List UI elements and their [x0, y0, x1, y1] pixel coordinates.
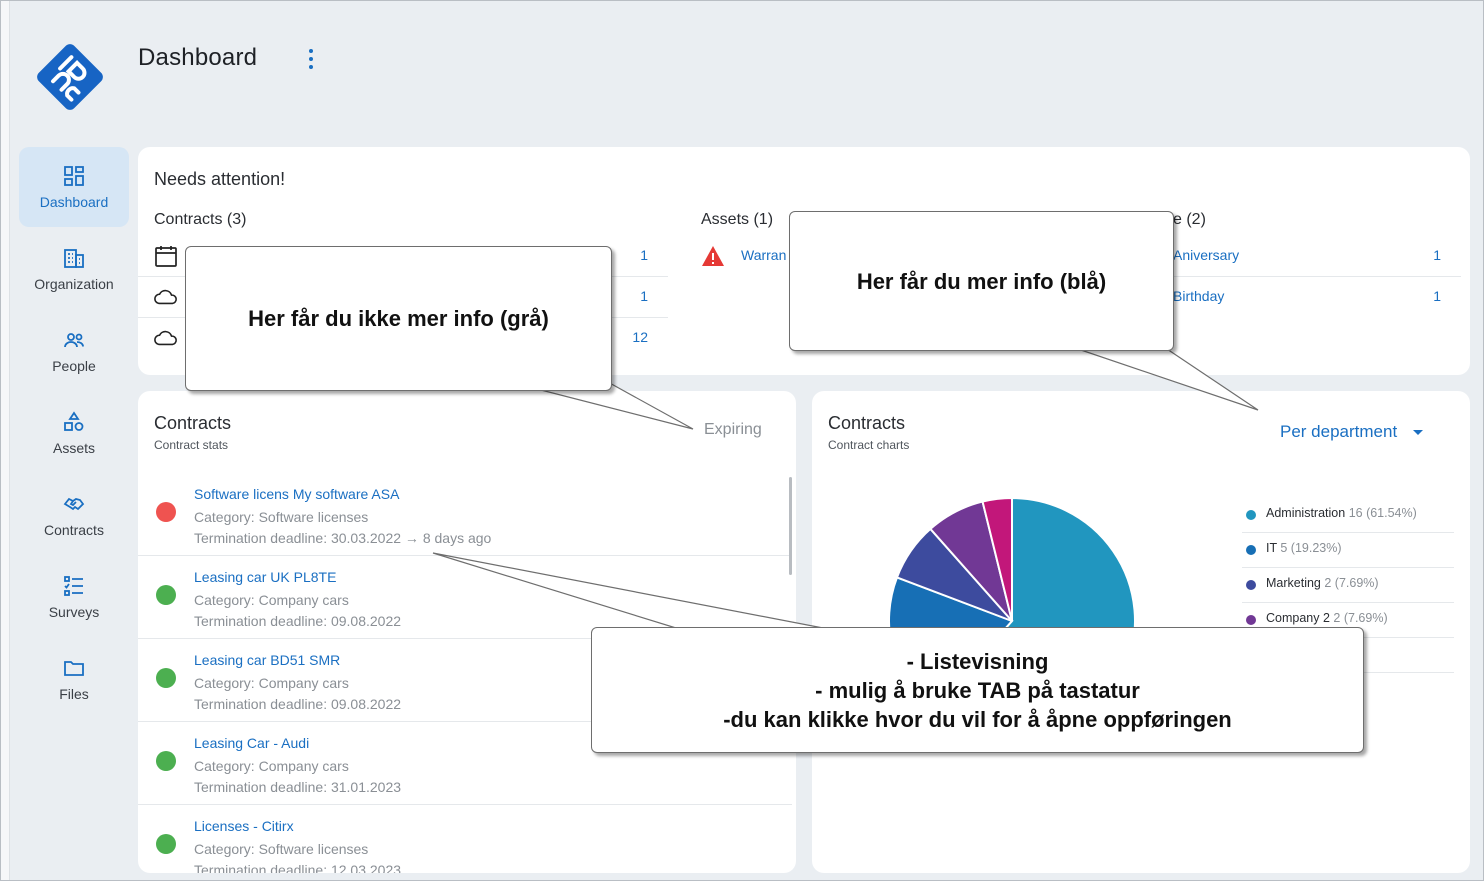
dashboard-icon: [64, 166, 84, 186]
legend-value: 16 (61.54%): [1348, 506, 1417, 520]
warning-icon: [702, 246, 724, 266]
attention-count: 1: [1433, 288, 1441, 304]
status-dot: [156, 668, 176, 688]
callout-line: - mulig å bruke TAB på tastatur: [815, 677, 1140, 703]
sidebar-item-assets[interactable]: Assets: [19, 393, 129, 473]
callout-grey-info: Her får du ikke mer info (grå): [185, 246, 612, 391]
legend-swatch: [1246, 510, 1256, 520]
contract-category: Category: Software licenses: [194, 841, 369, 857]
sidebar-item-organization[interactable]: Organization: [19, 229, 129, 309]
cloud-icon: [154, 330, 177, 346]
status-dot: [156, 585, 176, 605]
contract-deadline: Termination deadline: 31.01.2023: [194, 779, 402, 795]
checklist-icon: [64, 576, 83, 596]
sidebar-item-label: Organization: [34, 276, 114, 292]
assets-icon: [64, 411, 84, 431]
card-subtitle: Contract stats: [154, 438, 229, 452]
attention-count: 1: [1433, 247, 1441, 263]
sidebar-item-surveys[interactable]: Surveys: [19, 557, 129, 637]
sidebar-item-label: Surveys: [48, 604, 100, 620]
attention-count: 1: [640, 288, 648, 304]
contract-category: Category: Company cars: [194, 675, 349, 691]
legend-item[interactable]: Marketing 2 (7.69%): [1242, 568, 1454, 603]
sidebar-item-label: People: [52, 358, 96, 374]
attention-people-row[interactable]: Birthday 1: [1169, 277, 1461, 318]
legend-value: 2 (7.69%): [1333, 611, 1388, 625]
contract-name: Software licens My software ASA: [194, 486, 400, 502]
sidebar-item-label: Dashboard: [39, 194, 109, 210]
contract-list-item[interactable]: Software licens My software ASA Category:…: [138, 473, 792, 556]
contract-name: Leasing car UK PL8TE: [194, 569, 337, 585]
per-department-selector[interactable]: Per department: [1280, 422, 1424, 442]
status-dot: [156, 834, 176, 854]
status-dot: [156, 751, 176, 771]
sidebar-item-label: Files: [59, 686, 89, 702]
legend-label: IT: [1266, 541, 1277, 555]
status-dot: [156, 502, 176, 522]
building-icon: [64, 249, 84, 268]
attention-count: 1: [640, 247, 648, 263]
caret-down-icon: [1413, 430, 1424, 436]
legend-value: 5 (19.23%): [1280, 541, 1342, 555]
legend-value: 2 (7.69%): [1324, 576, 1379, 590]
attention-count: 12: [632, 329, 648, 345]
callout-line: -du kan klikke hvor du vil for å åpne op…: [723, 706, 1232, 732]
sidebar-item-people[interactable]: People: [19, 311, 129, 391]
contract-name: Licenses - Citirx: [194, 818, 294, 834]
legend-label: Company 2: [1266, 611, 1330, 625]
attention-assets-title: Assets (1): [701, 211, 774, 228]
app-window: Dashboard Dashboard Organization People …: [0, 0, 1484, 881]
contract-category: Category: Company cars: [194, 758, 349, 774]
legend-swatch: [1246, 615, 1256, 625]
attention-people-name: Birthday: [1173, 288, 1225, 304]
calendar-icon: [155, 246, 177, 267]
legend-label: Marketing: [1266, 576, 1321, 590]
contract-list-item[interactable]: Licenses - Citirx Category: Software lice…: [138, 805, 792, 873]
expiring-selector[interactable]: Expiring: [704, 421, 762, 439]
legend-label: Administration: [1266, 506, 1346, 520]
page-title: Dashboard: [138, 44, 258, 71]
list-scrollbar[interactable]: [789, 477, 792, 575]
company-logo[interactable]: [31, 38, 109, 116]
legend-item[interactable]: IT 5 (19.23%): [1242, 533, 1454, 568]
sidebar-item-label: Assets: [52, 440, 95, 456]
selector-label: Per department: [1280, 422, 1398, 441]
sidebar-item-dashboard[interactable]: Dashboard: [19, 147, 129, 227]
legend-swatch: [1246, 580, 1256, 590]
attention-people-title: e (2): [1173, 211, 1206, 228]
legend-item[interactable]: Administration 16 (61.54%): [1242, 498, 1454, 533]
callout-list-view: - Listevisning - mulig å bruke TAB på ta…: [591, 627, 1364, 753]
more-options-icon[interactable]: [302, 49, 320, 69]
attention-people-row[interactable]: Aniversary 1: [1169, 236, 1461, 277]
attention-asset-name: Warran: [741, 247, 787, 263]
card-title: Contracts: [828, 413, 906, 433]
people-icon: [64, 333, 84, 348]
attention-contracts-title: Contracts (3): [154, 211, 247, 228]
contract-deadline: Termination deadline: 12.03.2023: [194, 862, 402, 873]
contract-category: Category: Company cars: [194, 592, 349, 608]
sidebar-item-contracts[interactable]: Contracts: [19, 475, 129, 555]
legend-swatch: [1246, 545, 1256, 555]
callout-text: Her får du mer info (blå): [856, 268, 1107, 294]
attention-asset-row[interactable]: Warran: [685, 236, 805, 277]
card-title: Contracts: [154, 413, 232, 433]
sidebar-item-files[interactable]: Files: [19, 639, 129, 719]
contract-deadline: Termination deadline: 30.03.2022 → 8 day…: [194, 530, 492, 546]
cloud-icon: [154, 289, 177, 305]
folder-icon: [64, 661, 84, 676]
card-subtitle: Contract charts: [828, 438, 910, 452]
callout-text: Her får du ikke mer info (grå): [248, 306, 549, 331]
contract-name: Leasing Car - Audi: [194, 735, 310, 751]
sidebar-item-label: Contracts: [44, 522, 104, 538]
contract-category: Category: Software licenses: [194, 509, 369, 525]
contract-name: Leasing car BD51 SMR: [194, 652, 341, 668]
callout-blue-info: Her får du mer info (blå): [789, 211, 1174, 351]
contract-deadline: Termination deadline: 09.08.2022: [194, 613, 402, 629]
handshake-icon: [63, 497, 85, 511]
callout-line: - Listevisning: [906, 648, 1049, 674]
attention-people-name: Aniversary: [1173, 247, 1240, 263]
window-edge: [1, 1, 10, 880]
contract-deadline: Termination deadline: 09.08.2022: [194, 696, 402, 712]
needs-attention-title: Needs attention!: [154, 169, 286, 189]
